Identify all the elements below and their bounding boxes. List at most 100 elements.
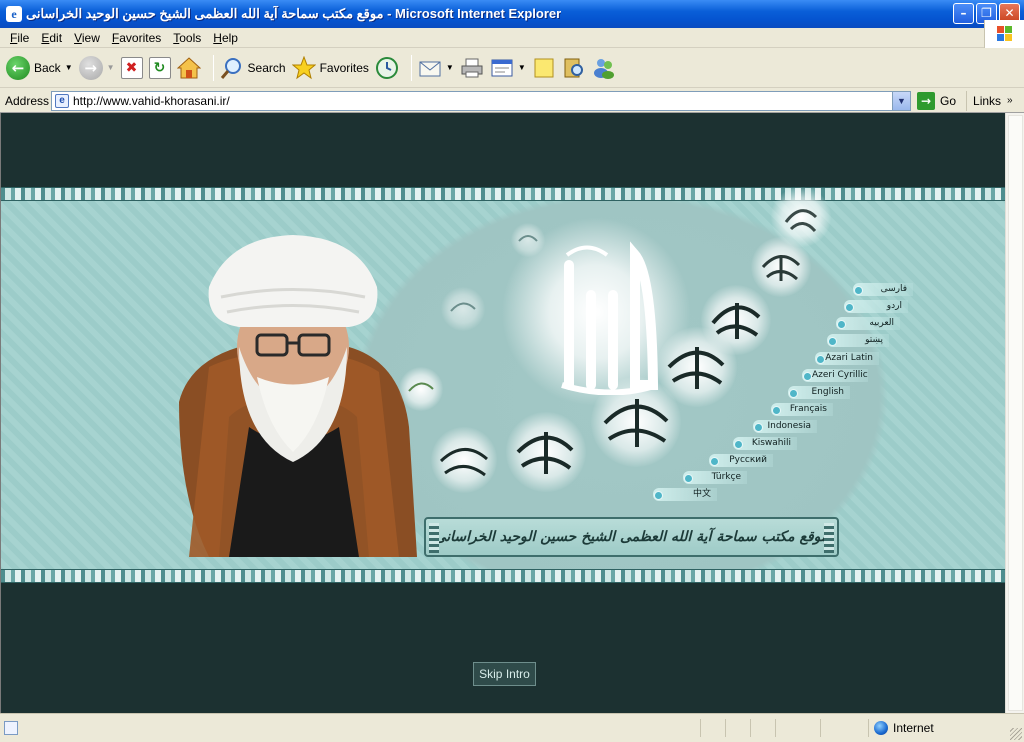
forward-dropdown-icon[interactable]: ▼	[107, 63, 115, 72]
language-link-pashto[interactable]: پښتو	[827, 334, 889, 347]
back-dropdown-icon[interactable]: ▼	[65, 63, 73, 72]
status-pane	[750, 719, 751, 737]
calligraphy-medallion	[506, 412, 586, 492]
messenger-button[interactable]	[592, 52, 616, 84]
search-button[interactable]: Search	[220, 52, 286, 84]
title-bar[interactable]: e موقع مكتب سماحة آية الله العظمى الشيخ …	[0, 0, 1024, 28]
research-icon	[564, 58, 583, 77]
plate-ornament	[824, 523, 834, 553]
star-icon	[291, 55, 316, 79]
page-status-icon	[4, 721, 18, 735]
language-link-indonesia[interactable]: Indonesia	[753, 420, 817, 433]
messenger-icon	[593, 58, 614, 79]
language-link-arabic[interactable]: العربيه	[836, 317, 900, 330]
refresh-icon: ↻	[148, 56, 171, 79]
security-zone[interactable]: Internet	[874, 721, 934, 735]
globe-icon	[874, 721, 888, 735]
history-icon	[375, 56, 398, 79]
standard-toolbar: ← Back ▼ → ▼ ✖ ↻ Search Favorites ▼ ▼	[0, 48, 1024, 88]
refresh-button[interactable]: ↻	[148, 52, 171, 84]
mail-button[interactable]: ▼	[418, 52, 454, 84]
forward-arrow-icon: →	[78, 55, 103, 80]
toolbar-separator	[410, 54, 412, 81]
edit-dropdown-icon[interactable]: ▼	[518, 63, 526, 72]
window-title: موقع مكتب سماحة آية الله العظمى الشيخ حس…	[26, 6, 562, 21]
status-pane	[868, 719, 869, 737]
links-chevron-icon[interactable]: »	[1007, 95, 1013, 106]
calligraphy-medallion	[591, 377, 681, 467]
favorites-button[interactable]: Favorites	[291, 52, 369, 84]
vertical-scrollbar[interactable]	[1005, 113, 1024, 713]
stop-icon: ✖	[120, 56, 143, 79]
scrollbar-track[interactable]	[1008, 115, 1023, 711]
language-link-azari-latin[interactable]: Azari Latin	[815, 352, 879, 365]
minimize-button[interactable]: –	[953, 3, 974, 24]
language-link-russian[interactable]: Русский	[709, 454, 773, 467]
ornament-border-top	[1, 187, 1005, 201]
history-button[interactable]	[375, 52, 399, 84]
menu-favorites[interactable]: Favorites	[106, 31, 167, 45]
calligraphy-medallion	[399, 367, 443, 411]
status-pane	[820, 719, 821, 737]
windows-logo	[984, 20, 1024, 48]
search-icon	[220, 57, 241, 79]
status-bar: Internet	[0, 713, 1024, 742]
skip-intro-button[interactable]: Skip Intro	[473, 662, 536, 686]
language-link-francais[interactable]: Français	[771, 403, 833, 416]
note-icon	[534, 58, 554, 77]
menu-edit[interactable]: Edit	[35, 31, 68, 45]
go-button[interactable]: → Go	[917, 91, 956, 110]
status-pane	[775, 719, 776, 737]
mail-dropdown-icon[interactable]: ▼	[446, 63, 454, 72]
language-link-turkce[interactable]: Türkçe	[683, 471, 747, 484]
ornament-border-bottom	[1, 569, 1005, 583]
links-button[interactable]: Links	[973, 94, 1001, 108]
forward-button[interactable]: → ▼	[78, 52, 115, 84]
intro-banner: فارسى اردو العربيه پښتو Azari Latin Azer…	[1, 187, 1005, 583]
home-icon	[176, 56, 201, 78]
menu-help[interactable]: Help	[207, 31, 244, 45]
status-pane	[725, 719, 726, 737]
address-dropdown-icon[interactable]: ▼	[892, 91, 910, 110]
calligraphy-medallion	[431, 427, 497, 493]
back-arrow-icon: ←	[6, 55, 30, 80]
site-title-plate: موقع مكتب سماحة آية الله العظمى الشيخ حس…	[424, 517, 839, 557]
stop-button[interactable]: ✖	[120, 52, 143, 84]
calligraphy-medallion	[441, 287, 485, 331]
url-input[interactable]	[73, 93, 873, 108]
menu-view[interactable]: View	[68, 31, 106, 45]
language-link-azeri-cyrillic[interactable]: Azeri Cyrillic	[802, 369, 868, 382]
discuss-button[interactable]	[532, 52, 556, 84]
home-button[interactable]	[176, 52, 201, 84]
go-arrow-icon: →	[917, 91, 935, 110]
menu-file[interactable]: File	[4, 31, 35, 45]
language-link-chinese[interactable]: 中文	[653, 488, 717, 501]
portrait-image	[179, 235, 417, 557]
language-link-english[interactable]: English	[788, 386, 850, 399]
mail-icon	[419, 61, 441, 76]
plate-ornament	[429, 523, 439, 553]
print-button[interactable]	[460, 52, 484, 84]
resize-grip-icon[interactable]	[1010, 728, 1022, 740]
calligraphy-medallion	[511, 223, 545, 257]
page-content: فارسى اردو العربيه پښتو Azari Latin Azer…	[0, 113, 1005, 713]
menu-tools[interactable]: Tools	[167, 31, 207, 45]
toolbar-separator	[212, 54, 214, 81]
site-title: موقع مكتب سماحة آية الله العظمى الشيخ حس…	[434, 529, 829, 545]
windows-flag-icon	[997, 26, 1013, 42]
ie-icon: e	[6, 6, 22, 22]
back-button[interactable]: ← Back ▼	[6, 52, 73, 84]
language-link-urdu[interactable]: اردو	[844, 300, 908, 313]
language-link-farsi[interactable]: فارسى	[853, 283, 913, 296]
printer-icon	[461, 58, 483, 77]
menu-bar: File Edit View Favorites Tools Help	[0, 28, 1024, 48]
edit-page-icon	[491, 59, 513, 76]
language-link-kiswahili[interactable]: Kiswahili	[733, 437, 797, 450]
status-pane	[700, 719, 701, 737]
address-bar: Address e ▼ → Go Links »	[0, 89, 1024, 113]
edit-button[interactable]: ▼	[490, 52, 526, 84]
address-field[interactable]: e ▼	[51, 90, 911, 111]
links-separator	[966, 90, 968, 111]
research-button[interactable]	[562, 52, 586, 84]
allah-calligraphy-image	[561, 241, 659, 395]
